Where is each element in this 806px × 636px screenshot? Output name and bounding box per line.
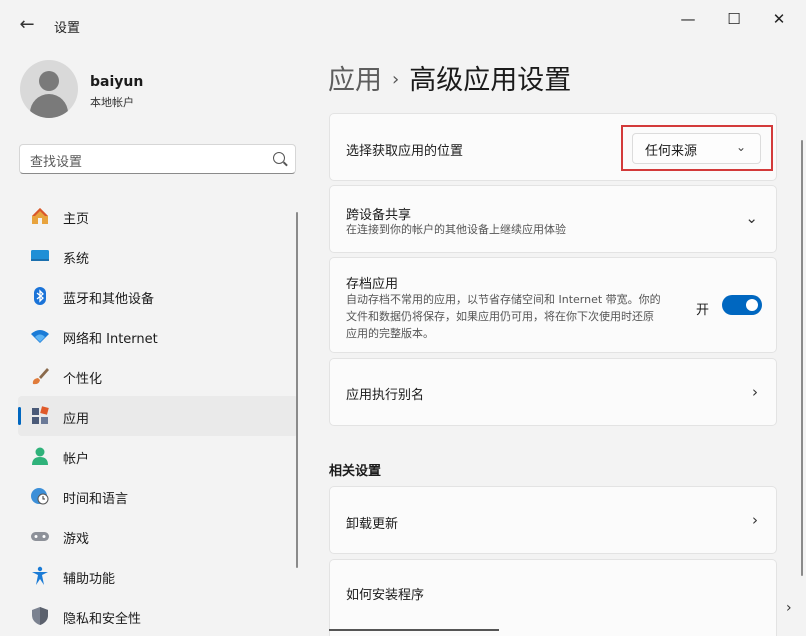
- system-icon: [31, 250, 49, 261]
- home-icon: [32, 208, 48, 224]
- shield-icon: [32, 607, 48, 625]
- highlight-box: [621, 125, 773, 171]
- archive-apps-card: 存档应用 自动存档不常用的应用，以节省存储空间和 Internet 带宽。你的文…: [329, 257, 777, 353]
- archive-apps-toggle[interactable]: [722, 295, 762, 315]
- selection-indicator: [18, 407, 21, 425]
- app-execution-aliases-card[interactable]: 应用执行别名 ›: [329, 358, 777, 426]
- cross-device-sharing-card[interactable]: 跨设备共享 在连接到你的帐户的其他设备上继续应用体验 ⌄: [329, 185, 777, 253]
- sidebar-item-gaming[interactable]: 游戏: [18, 516, 298, 556]
- chevron-right-icon[interactable]: ›: [786, 600, 792, 616]
- card-description: 自动存档不常用的应用，以节省存储空间和 Internet 带宽。你的文件和数据仍…: [346, 293, 661, 340]
- gamepad-icon: [31, 532, 49, 541]
- how-to-install-card[interactable]: 如何安装程序: [329, 559, 777, 636]
- card-title: 卸载更新: [346, 517, 399, 532]
- page-title: 应用 › 高级应用设置: [328, 58, 571, 97]
- back-arrow-icon[interactable]: ←: [14, 12, 40, 38]
- minimize-icon[interactable]: —: [673, 8, 703, 30]
- uninstall-updates-card[interactable]: 卸载更新 ›: [329, 486, 777, 554]
- bottom-divider: [329, 629, 499, 631]
- breadcrumb-separator: ›: [392, 69, 400, 90]
- accessibility-icon: [32, 566, 48, 585]
- sidebar-item-label: 个性化: [63, 372, 103, 387]
- sidebar-item-accounts[interactable]: 帐户: [18, 436, 298, 476]
- card-title: 如何安装程序: [346, 588, 425, 603]
- account-type: 本地帐户: [90, 96, 134, 109]
- chevron-down-icon[interactable]: ⌄: [745, 209, 758, 227]
- search-input[interactable]: 查找设置: [19, 144, 296, 174]
- sidebar-item-label: 时间和语言: [63, 492, 129, 507]
- toggle-state-label: 开: [696, 303, 710, 318]
- user-name: baiyun: [90, 74, 144, 90]
- card-description: 在连接到你的帐户的其他设备上继续应用体验: [346, 223, 566, 236]
- sidebar-item-time-language[interactable]: 时间和语言: [18, 476, 298, 516]
- related-settings-heading: 相关设置: [329, 464, 382, 479]
- apps-icon: [32, 406, 49, 424]
- sidebar-item-label: 网络和 Internet: [63, 332, 158, 347]
- sidebar-scrollbar[interactable]: [296, 212, 298, 568]
- sidebar-item-label: 隐私和安全性: [63, 612, 142, 627]
- content-scrollbar[interactable]: [801, 140, 803, 576]
- breadcrumb-current: 高级应用设置: [409, 65, 572, 96]
- sidebar-item-apps[interactable]: 应用: [18, 396, 298, 436]
- sidebar-item-personalization[interactable]: 个性化: [18, 356, 298, 396]
- title-bar: ← 设置 — ☐ ✕: [0, 0, 806, 48]
- card-title: 应用执行别名: [346, 388, 425, 403]
- sidebar-item-label: 蓝牙和其他设备: [63, 292, 155, 307]
- sidebar-item-system[interactable]: 系统: [18, 236, 298, 276]
- breadcrumb-parent[interactable]: 应用: [328, 65, 382, 96]
- sidebar-item-privacy[interactable]: 隐私和安全性: [18, 596, 298, 636]
- sidebar-item-accessibility[interactable]: 辅助功能: [18, 556, 298, 596]
- toggle-knob: [746, 299, 758, 311]
- search-placeholder: 查找设置: [30, 155, 83, 170]
- account-icon: [32, 447, 48, 465]
- sidebar-item-home[interactable]: 主页: [18, 196, 298, 236]
- sidebar-item-label: 系统: [63, 252, 90, 267]
- globe-clock-icon: [31, 488, 49, 505]
- sidebar-item-bluetooth[interactable]: 蓝牙和其他设备: [18, 276, 298, 316]
- bluetooth-icon: [34, 287, 46, 305]
- close-icon[interactable]: ✕: [764, 8, 794, 30]
- sidebar-item-label: 主页: [63, 212, 90, 227]
- wifi-icon: [31, 330, 49, 343]
- chevron-right-icon: ›: [752, 511, 758, 529]
- sidebar-item-label: 应用: [63, 412, 90, 427]
- sidebar-nav: 主页 系统 蓝牙和其他设备 网络和 Internet 个性化 应用 帐户 时间和…: [18, 196, 298, 636]
- search-icon[interactable]: [273, 152, 285, 164]
- avatar: [20, 60, 78, 118]
- card-title: 选择获取应用的位置: [346, 144, 464, 159]
- brush-icon: [32, 368, 49, 385]
- sidebar-item-label: 辅助功能: [63, 572, 116, 587]
- sidebar-item-label: 帐户: [63, 452, 90, 467]
- sidebar-item-label: 游戏: [63, 532, 90, 547]
- maximize-icon[interactable]: ☐: [719, 8, 749, 30]
- app-title: 设置: [54, 21, 81, 36]
- card-title: 存档应用: [346, 277, 399, 292]
- sidebar-item-network[interactable]: 网络和 Internet: [18, 316, 298, 356]
- settings-window: ← 设置 — ☐ ✕ baiyun 本地帐户 查找设置 主页 系统 蓝牙和其他设…: [0, 0, 806, 636]
- chevron-right-icon: ›: [752, 383, 758, 401]
